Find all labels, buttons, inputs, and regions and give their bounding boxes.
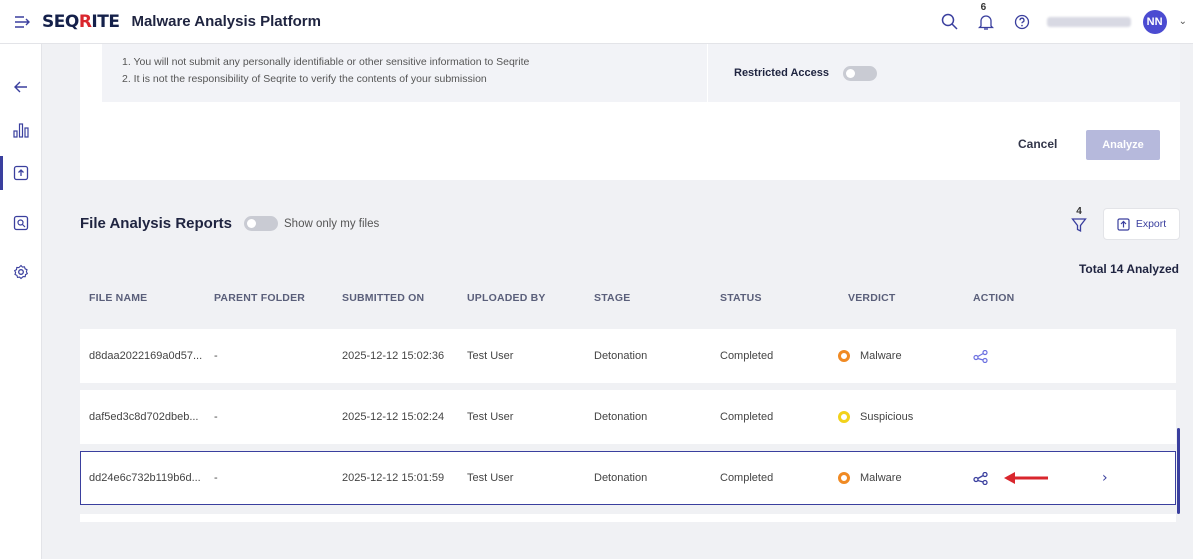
analyze-button[interactable]: Analyze bbox=[1086, 130, 1160, 160]
gear-icon bbox=[13, 264, 29, 280]
restricted-access-panel: Restricted Access bbox=[708, 44, 1180, 102]
parent-folder-cell: - bbox=[214, 411, 218, 423]
table-row-partial bbox=[80, 514, 1176, 522]
verdict-cell: Malware bbox=[838, 452, 902, 504]
verdict-suspicious-icon bbox=[838, 411, 850, 423]
bar-chart-icon bbox=[13, 123, 29, 138]
status-cell: Completed bbox=[720, 411, 774, 423]
table-header: FILE NAME PARENT FOLDER SUBMITTED ON UPL… bbox=[80, 292, 1176, 310]
verdict-cell: Malware bbox=[838, 329, 902, 383]
user-avatar[interactable]: NN bbox=[1142, 9, 1167, 34]
show-my-files-control: Show only my files bbox=[244, 216, 379, 231]
filter-count: 4 bbox=[1076, 206, 1082, 217]
total-analyzed: Total 14 Analyzed bbox=[1078, 262, 1179, 276]
chevron-right-icon[interactable]: › bbox=[1102, 452, 1108, 504]
reports-title: File Analysis Reports bbox=[80, 215, 232, 232]
file-name-cell: daf5ed3c8d702dbeb... bbox=[89, 411, 199, 423]
status-cell: Completed bbox=[720, 472, 774, 484]
column-header-uploaded-by[interactable]: UPLOADED BY bbox=[467, 292, 546, 304]
verdict-malware-icon bbox=[838, 472, 850, 484]
file-name-cell: dd24e6c732b119b6d... bbox=[89, 472, 201, 484]
file-name-cell: d8daa2022169a0d57... bbox=[89, 350, 203, 362]
column-header-action: ACTION bbox=[973, 292, 1015, 304]
help-icon[interactable] bbox=[1011, 11, 1033, 33]
table-row[interactable]: daf5ed3c8d702dbeb... - 2025-12-12 15:02:… bbox=[80, 390, 1176, 444]
uploaded-by-cell: Test User bbox=[467, 472, 514, 484]
menu-toggle-icon[interactable] bbox=[10, 10, 34, 34]
annotation-arrow-icon bbox=[1004, 472, 1048, 484]
terms-line-1: 1. You will not submit any personally id… bbox=[122, 56, 530, 68]
submission-card: 1. You will not submit any personally id… bbox=[80, 44, 1180, 180]
column-header-parent-folder[interactable]: PARENT FOLDER bbox=[214, 292, 305, 304]
status-cell: Completed bbox=[720, 350, 774, 362]
app-title: Malware Analysis Platform bbox=[131, 13, 321, 30]
column-header-stage[interactable]: STAGE bbox=[594, 292, 630, 304]
show-my-files-label: Show only my files bbox=[284, 217, 380, 230]
export-button[interactable]: Export bbox=[1103, 208, 1180, 240]
verdict-label: Malware bbox=[860, 472, 902, 484]
sidebar-item-settings[interactable] bbox=[0, 255, 42, 289]
verdict-malware-icon bbox=[838, 350, 850, 362]
submission-terms: 1. You will not submit any personally id… bbox=[102, 44, 707, 102]
column-header-status[interactable]: STATUS bbox=[720, 292, 762, 304]
notification-count: 6 bbox=[980, 1, 987, 13]
uploaded-by-cell: Test User bbox=[467, 411, 514, 423]
table-row[interactable]: d8daa2022169a0d57... - 2025-12-12 15:02:… bbox=[80, 329, 1176, 383]
column-header-file-name[interactable]: FILE NAME bbox=[89, 292, 147, 304]
filter-icon bbox=[1071, 218, 1087, 233]
terms-line-2: 2. It is not the responsibility of Seqri… bbox=[122, 73, 487, 85]
column-header-submitted-on[interactable]: SUBMITTED ON bbox=[342, 292, 424, 304]
parent-folder-cell: - bbox=[214, 350, 218, 362]
notifications-bell-icon[interactable]: 6 bbox=[975, 2, 997, 33]
stage-cell: Detonation bbox=[594, 411, 648, 423]
restricted-access-label: Restricted Access bbox=[734, 67, 829, 79]
sidebar bbox=[0, 44, 42, 559]
parent-folder-cell: - bbox=[214, 472, 218, 484]
filter-button[interactable]: 4 bbox=[1066, 207, 1092, 241]
stage-cell: Detonation bbox=[594, 350, 648, 362]
upload-file-icon bbox=[13, 165, 29, 181]
search-document-icon bbox=[13, 215, 29, 231]
back-arrow-icon[interactable] bbox=[0, 70, 42, 104]
sidebar-item-search-reports[interactable] bbox=[0, 206, 42, 240]
submitted-on-cell: 2025-12-12 15:02:36 bbox=[342, 350, 445, 362]
show-my-files-toggle[interactable] bbox=[244, 216, 278, 231]
export-icon bbox=[1117, 217, 1130, 231]
share-icon[interactable] bbox=[973, 452, 988, 504]
restricted-access-toggle[interactable] bbox=[842, 65, 877, 81]
cancel-button[interactable]: Cancel bbox=[1018, 137, 1057, 151]
user-name-redacted[interactable] bbox=[1046, 16, 1131, 27]
scrollbar-thumb[interactable] bbox=[1177, 428, 1180, 514]
submitted-on-cell: 2025-12-12 15:01:59 bbox=[342, 472, 445, 484]
sidebar-item-upload[interactable] bbox=[0, 156, 42, 190]
stage-cell: Detonation bbox=[594, 472, 648, 484]
export-label: Export bbox=[1135, 218, 1167, 230]
top-bar: SEQRITE Malware Analysis Platform 6 NN ⌄ bbox=[0, 0, 1193, 44]
search-icon[interactable] bbox=[939, 11, 961, 33]
verdict-label: Suspicious bbox=[860, 411, 914, 423]
column-header-verdict[interactable]: VERDICT bbox=[848, 292, 896, 304]
uploaded-by-cell: Test User bbox=[467, 350, 514, 362]
verdict-cell: Suspicious bbox=[838, 390, 913, 444]
seqrite-logo: SEQRITE bbox=[42, 11, 120, 32]
share-icon[interactable] bbox=[973, 329, 988, 383]
verdict-label: Malware bbox=[860, 350, 902, 362]
submitted-on-cell: 2025-12-12 15:02:24 bbox=[342, 411, 445, 423]
chevron-down-icon[interactable]: ⌄ bbox=[1179, 16, 1187, 27]
sidebar-item-dashboard[interactable] bbox=[0, 113, 42, 147]
